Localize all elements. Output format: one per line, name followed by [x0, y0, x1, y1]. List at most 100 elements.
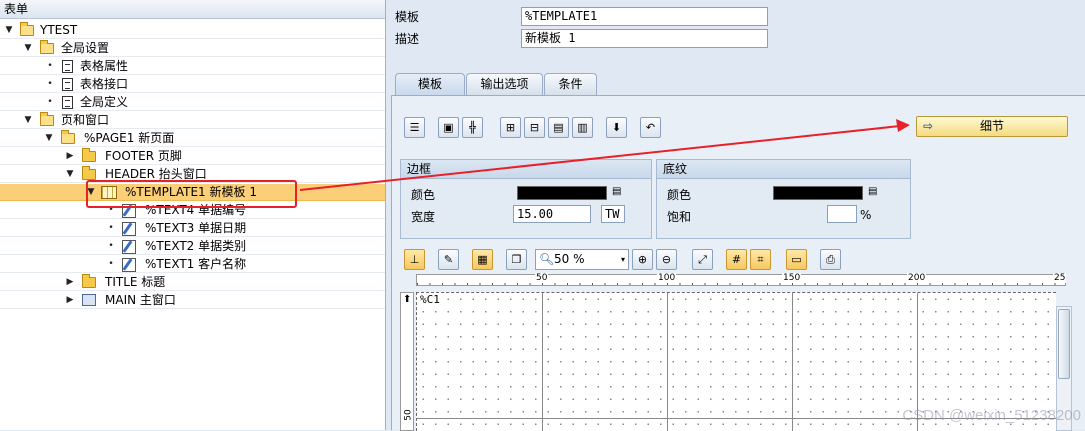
zoom-select[interactable]: 🔍︎ 50 % ▾	[535, 249, 629, 270]
leaf-bullet-icon: •	[47, 97, 53, 107]
template-editor-panel: 模板 %TEMPLATE1 描述 新模板 1 模板 输出选项 条件 ☰ ▣ ╬ …	[387, 0, 1085, 431]
pattern-icon[interactable]: ⬇	[606, 117, 627, 138]
vertical-ruler: ⬆ 50	[400, 292, 414, 431]
cell-label: %C1	[420, 293, 440, 306]
tree-item-label: %TEXT1 客户名称	[145, 257, 247, 271]
document-icon	[62, 96, 76, 109]
ruler-label: 25	[1053, 273, 1067, 283]
tree-item-form-interface[interactable]: • 表格接口	[0, 76, 385, 93]
leaf-bullet-icon: •	[108, 223, 114, 233]
leaf-bullet-icon: •	[108, 259, 114, 269]
tree-item-label: 全局定义	[80, 95, 129, 109]
show-lines-icon[interactable]: ⌗	[750, 249, 771, 270]
tab-template[interactable]: 模板	[395, 73, 465, 96]
pin-icon[interactable]: ⊥	[404, 249, 425, 270]
table-layout-icon[interactable]: ☰	[404, 117, 425, 138]
expand-toggle-icon[interactable]: ▶	[65, 292, 75, 309]
description-label: 描述	[395, 32, 420, 46]
shading-group: 底纹 颜色 ▤ 饱和 %	[656, 159, 911, 239]
column-divider[interactable]	[667, 293, 668, 431]
delete-row-icon[interactable]: ▤	[548, 117, 569, 138]
tree-item-label: 页和窗口	[61, 113, 110, 127]
expand-toggle-icon[interactable]: ▶	[65, 274, 75, 291]
watermark: CSDN @weixin_51238200	[902, 407, 1081, 424]
fit-page-icon[interactable]: ⤢	[692, 249, 713, 270]
form-tree-panel: 表单 ▼ YTEST ▼ 全局设置 • 表格属性 • 表格接口 • 全局定义 ▼…	[0, 0, 386, 430]
edit-pencil-icon[interactable]: ✎	[438, 249, 459, 270]
split-cell-icon[interactable]: ╬	[462, 117, 483, 138]
tab-output-options[interactable]: 输出选项	[466, 73, 543, 95]
column-divider[interactable]	[542, 293, 543, 431]
shading-group-title: 底纹	[657, 160, 910, 179]
grid-table-icon[interactable]: ▦	[472, 249, 493, 270]
shading-color-swatch[interactable]	[773, 186, 863, 200]
ruler-label: 200	[907, 273, 927, 283]
border-color-swatch[interactable]	[517, 186, 607, 200]
ruler-label: 150	[782, 273, 802, 283]
tree-item-label: 表格属性	[80, 59, 129, 73]
text-node-icon	[122, 240, 136, 254]
expand-toggle-icon[interactable]: ▼	[65, 166, 75, 183]
insert-row-icon[interactable]: ⊞	[500, 117, 521, 138]
expand-toggle-icon[interactable]: ▼	[23, 40, 33, 57]
tree-item-global-settings[interactable]: ▼ 全局设置	[0, 40, 385, 57]
percent-unit: %	[860, 208, 872, 222]
color-picker-icon[interactable]: ▤	[612, 186, 621, 197]
delete-column-icon[interactable]: ▥	[572, 117, 593, 138]
show-grid-icon[interactable]: #	[726, 249, 747, 270]
tree-item-global-definitions[interactable]: • 全局定义	[0, 94, 385, 111]
border-width-label: 宽度	[411, 210, 436, 224]
ruler-label: 100	[657, 273, 677, 283]
tree-item-label: TITLE 标题	[105, 275, 166, 289]
tree-item-page1[interactable]: ▼ %PAGE1 新页面	[0, 130, 385, 147]
tree-item-title[interactable]: ▶ TITLE 标题	[0, 274, 385, 291]
tree-item-label: YTEST	[40, 23, 78, 37]
folder-icon	[82, 274, 96, 289]
saturation-field[interactable]	[827, 205, 857, 223]
zoom-in-icon[interactable]: ⊕	[632, 249, 653, 270]
tree-item-ytest[interactable]: ▼ YTEST	[0, 22, 385, 39]
tab-conditions[interactable]: 条件	[544, 73, 597, 95]
ruler-label: 50	[535, 273, 549, 283]
ruler-icon[interactable]: ▭	[786, 249, 807, 270]
insert-column-icon[interactable]: ⊟	[524, 117, 545, 138]
tree-item-text3[interactable]: • %TEXT3 单据日期	[0, 220, 385, 237]
tree-item-footer[interactable]: ▶ FOOTER 页脚	[0, 148, 385, 165]
template-name-field[interactable]: %TEMPLATE1	[521, 7, 768, 26]
template-label: 模板	[395, 10, 420, 24]
tree-item-form-attributes[interactable]: • 表格属性	[0, 58, 385, 75]
leaf-bullet-icon: •	[108, 241, 114, 251]
column-divider[interactable]	[792, 293, 793, 431]
folder-open-icon	[40, 112, 54, 127]
tree-item-label: %TEXT3 单据日期	[145, 221, 247, 235]
expand-toggle-icon[interactable]: ▼	[23, 112, 33, 129]
horizontal-ruler: 50 100 150 200 25	[416, 273, 1067, 286]
arrow-right-icon: ⇨	[923, 119, 934, 133]
details-button[interactable]: ⇨ 细节	[916, 116, 1068, 137]
scrollbar-thumb[interactable]	[1058, 309, 1070, 379]
undo-icon[interactable]: ↶	[640, 117, 661, 138]
expand-toggle-icon[interactable]: ▶	[65, 148, 75, 165]
color-picker-icon[interactable]: ▤	[868, 186, 877, 197]
description-field[interactable]: 新模板 1	[521, 29, 768, 48]
print-preview-icon[interactable]: ⎙	[820, 249, 841, 270]
tree-header: 表单	[0, 0, 385, 19]
tab-content: ☰ ▣ ╬ ⊞ ⊟ ▤ ▥ ⬇ ↶ ⇨ 细节 边框 颜色 ▤ 宽度 15.00 …	[391, 95, 1085, 431]
copy-layout-icon[interactable]: ❐	[506, 249, 527, 270]
expand-toggle-icon[interactable]: ▼	[44, 130, 54, 147]
leaf-bullet-icon: •	[47, 79, 53, 89]
zoom-out-icon[interactable]: ⊖	[656, 249, 677, 270]
border-unit-field[interactable]: TW	[601, 205, 625, 223]
leaf-bullet-icon: •	[47, 61, 53, 71]
border-width-field[interactable]: 15.00	[513, 205, 591, 223]
tree-item-text2[interactable]: • %TEXT2 单据类别	[0, 238, 385, 255]
tree-item-pages-windows[interactable]: ▼ 页和窗口	[0, 112, 385, 129]
highlight-box	[86, 180, 297, 208]
tree-item-text1[interactable]: • %TEXT1 客户名称	[0, 256, 385, 273]
zoom-value: 50 %	[554, 252, 585, 266]
insert-cell-icon[interactable]: ▣	[438, 117, 459, 138]
tree-item-label: MAIN 主窗口	[105, 293, 176, 307]
tree-item-main-window[interactable]: ▶ MAIN 主窗口	[0, 292, 385, 309]
folder-open-icon	[61, 130, 75, 145]
expand-toggle-icon[interactable]: ▼	[4, 22, 14, 39]
